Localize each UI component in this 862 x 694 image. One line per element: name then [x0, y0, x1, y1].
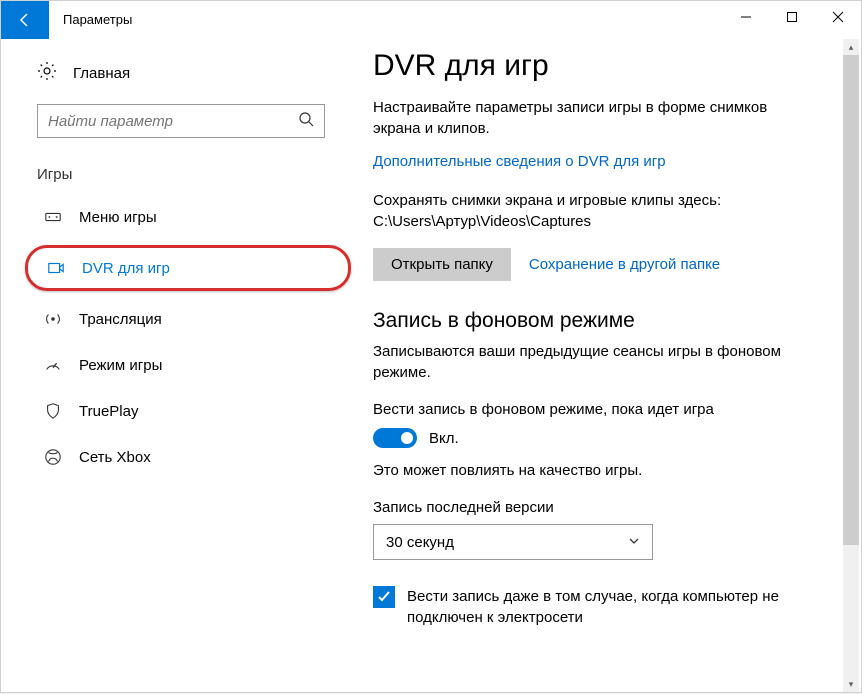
nav-game-dvr[interactable]: DVR для игр	[25, 245, 351, 291]
last-version-label: Запись последней версии	[373, 499, 821, 516]
nav-label: Режим игры	[79, 357, 162, 374]
learn-more-link[interactable]: Дополнительные сведения о DVR для игр	[373, 153, 666, 170]
window-title: Параметры	[63, 12, 132, 27]
toggle-state-text: Вкл.	[429, 430, 459, 447]
nav-home-label: Главная	[73, 65, 130, 82]
nav-home[interactable]: Главная	[37, 53, 339, 94]
gear-icon	[37, 61, 57, 86]
page-lead: Настраивайте параметры записи игры в фор…	[373, 97, 813, 139]
duration-select[interactable]: 30 секунд	[373, 524, 653, 560]
scroll-down-arrow[interactable]: ▾	[843, 676, 859, 692]
search-input[interactable]	[37, 104, 325, 138]
nav-label: Сеть Xbox	[79, 449, 151, 466]
titlebar: Параметры	[1, 1, 861, 39]
scroll-up-arrow[interactable]: ▴	[843, 39, 859, 55]
quality-note: Это может повлиять на качество игры.	[373, 462, 821, 479]
bg-toggle-label: Вести запись в фоновом режиме, пока идет…	[373, 401, 821, 418]
nav-broadcast[interactable]: Трансляция	[37, 299, 339, 339]
nav-label: Меню игры	[79, 209, 157, 226]
sidebar: Главная Игры Меню игры DVR для игр	[1, 39, 351, 694]
nav-xbox-network[interactable]: Сеть Xbox	[37, 437, 339, 477]
open-folder-button[interactable]: Открыть папку	[373, 248, 511, 281]
section-heading: Игры	[37, 166, 339, 183]
scrollbar-thumb[interactable]	[843, 55, 859, 545]
broadcast-icon	[43, 309, 63, 329]
speed-icon	[43, 355, 63, 375]
nav-label: Трансляция	[79, 311, 162, 328]
page-title: DVR для игр	[373, 49, 821, 83]
save-other-folder-link[interactable]: Сохранение в другой папке	[529, 256, 720, 273]
bg-record-toggle[interactable]	[373, 428, 417, 448]
duration-value: 30 секунд	[386, 534, 454, 551]
record-on-battery-checkbox[interactable]	[373, 586, 395, 608]
record-on-battery-label: Вести запись даже в том случае, когда ко…	[407, 586, 813, 628]
chevron-down-icon	[628, 535, 640, 550]
nav-label: DVR для игр	[82, 260, 170, 277]
scrollbar[interactable]: ▴ ▾	[843, 39, 859, 692]
xbox-icon	[43, 447, 63, 467]
nav-game-mode[interactable]: Режим игры	[37, 345, 339, 385]
back-button[interactable]	[1, 1, 49, 39]
gamebar-icon	[43, 207, 63, 227]
save-path-text: Сохранять снимки экрана и игровые клипы …	[373, 190, 813, 232]
search-field[interactable]	[48, 113, 314, 130]
bg-record-heading: Запись в фоновом режиме	[373, 309, 821, 333]
content-pane: DVR для игр Настраивайте параметры запис…	[351, 39, 861, 694]
nav-trueplay[interactable]: TruePlay	[37, 391, 339, 431]
close-button[interactable]	[815, 1, 861, 33]
shield-icon	[43, 401, 63, 421]
minimize-button[interactable]	[723, 1, 769, 33]
search-icon	[298, 111, 314, 132]
bg-record-desc: Записываются ваши предыдущие сеансы игры…	[373, 341, 813, 383]
nav-game-bar[interactable]: Меню игры	[37, 197, 339, 237]
dvr-icon	[46, 258, 66, 278]
maximize-button[interactable]	[769, 1, 815, 33]
nav-label: TruePlay	[79, 403, 138, 420]
